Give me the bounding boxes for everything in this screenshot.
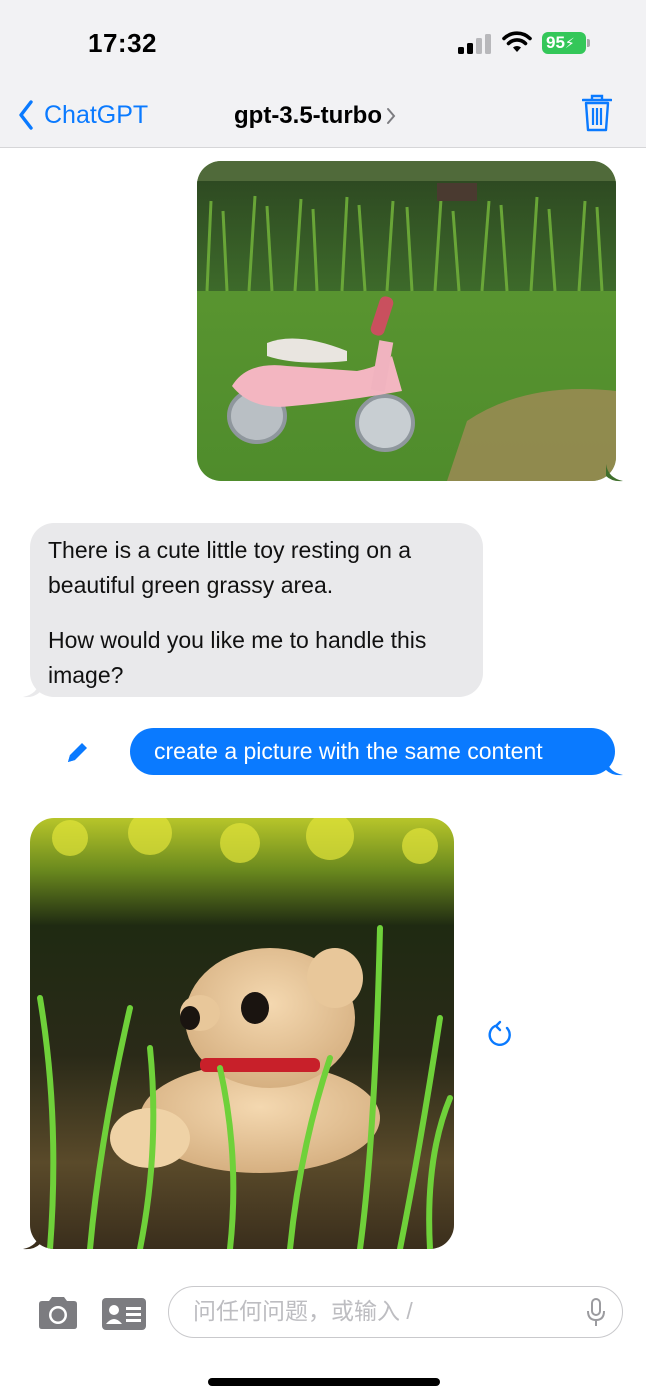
navigation-bar: ChatGPT gpt-3.5-turbo (0, 84, 646, 148)
model-title: gpt-3.5-turbo (234, 102, 382, 129)
wifi-icon (502, 31, 532, 52)
regenerate-icon[interactable] (487, 1020, 513, 1048)
message-input[interactable]: 问任何问题，或输入 / (168, 1286, 623, 1338)
bubble-tail (606, 758, 623, 776)
user-text-message: create a picture with the same content (130, 728, 615, 775)
teddy-bear-image (30, 818, 454, 1249)
assistant-image-message[interactable] (30, 818, 454, 1249)
contact-card-icon[interactable] (102, 1298, 146, 1330)
edit-pencil-icon[interactable] (64, 740, 90, 766)
microphone-icon[interactable] (586, 1298, 606, 1328)
back-label: ChatGPT (44, 100, 149, 129)
bubble-tail (23, 1232, 40, 1250)
model-selector[interactable]: gpt-3.5-turbo (234, 102, 396, 130)
input-placeholder: 问任何问题，或输入 / (193, 1298, 413, 1324)
camera-icon[interactable] (36, 1296, 80, 1330)
trash-icon[interactable] (582, 94, 612, 132)
assistant-paragraph: How would you like me to handle this ima… (48, 627, 427, 688)
user-message-text: create a picture with the same content (154, 738, 543, 764)
chevron-left-icon (19, 100, 33, 130)
status-time: 17:32 (88, 28, 157, 58)
assistant-paragraph: There is a cute little toy resting on a … (48, 537, 412, 598)
cellular-signal-icon (458, 34, 491, 54)
home-indicator (208, 1378, 440, 1386)
back-button[interactable]: ChatGPT (18, 98, 148, 132)
bubble-tail (23, 680, 40, 698)
chevron-right-icon (386, 108, 396, 124)
charging-bolt-icon: ⚡ (564, 35, 575, 51)
status-bar: 17:32 95⚡ (0, 0, 646, 84)
balance-bike-photo (197, 161, 616, 481)
user-image-message[interactable] (197, 161, 616, 481)
assistant-text-message: There is a cute little toy resting on a … (30, 523, 483, 697)
bubble-tail (606, 464, 623, 482)
battery-indicator: 95⚡ (542, 32, 586, 54)
battery-level: 95 (546, 33, 565, 52)
battery-tip (587, 39, 590, 47)
